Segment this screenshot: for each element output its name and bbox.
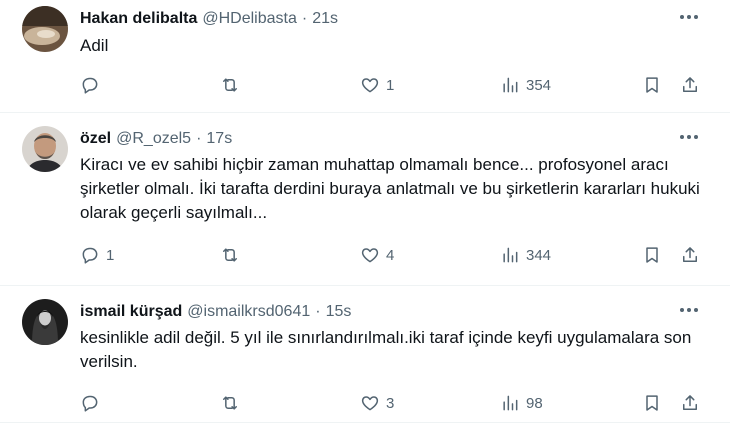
like-icon <box>360 245 380 265</box>
reply-count: 1 <box>106 246 115 264</box>
views-icon <box>500 245 520 265</box>
reply-icon <box>80 75 100 95</box>
tweet-header: özel @R_ozel5 · 17s <box>80 128 710 150</box>
bookmark-button[interactable] <box>642 243 662 267</box>
more-icon[interactable] <box>678 303 700 317</box>
share-button[interactable] <box>680 73 700 97</box>
timestamp[interactable]: 15s <box>326 303 352 321</box>
like-count: 4 <box>386 246 395 264</box>
author-handle[interactable]: @R_ozel5 <box>116 130 191 148</box>
avatar[interactable] <box>22 126 68 172</box>
retweet-icon <box>220 75 240 95</box>
retweet-icon <box>220 245 240 265</box>
reply-icon <box>80 245 100 265</box>
bookmark-icon <box>642 75 662 95</box>
views-icon <box>500 393 520 413</box>
reply-button[interactable]: 1 <box>80 243 114 267</box>
views-button[interactable]: 98 <box>500 391 543 415</box>
tweet[interactable]: özel @R_ozel5 · 17s Kiracı ve ev sahibi … <box>0 113 730 286</box>
retweet-button[interactable] <box>220 243 246 267</box>
views-button[interactable]: 354 <box>500 73 551 97</box>
like-icon <box>360 75 380 95</box>
retweet-button[interactable] <box>220 391 246 415</box>
tweet-text: kesinlikle adil değil. 5 yıl ile sınırla… <box>80 328 692 371</box>
more-icon[interactable] <box>678 130 700 144</box>
bookmark-button[interactable] <box>642 391 662 415</box>
views-button[interactable]: 344 <box>500 243 551 267</box>
like-count: 3 <box>386 394 395 412</box>
share-icon <box>680 75 700 95</box>
like-button[interactable]: 3 <box>360 391 394 415</box>
tweet-text: Adil <box>80 36 109 55</box>
bookmark-button[interactable] <box>642 73 662 97</box>
author-handle[interactable]: @ismailkrsd0641 <box>187 303 310 321</box>
author-handle[interactable]: @HDelibasta <box>202 10 297 28</box>
timestamp[interactable]: 21s <box>312 10 338 28</box>
like-count: 1 <box>386 76 395 94</box>
tweet-header: ismail kürşad @ismailkrsd0641 · 15s <box>80 301 710 323</box>
like-button[interactable]: 4 <box>360 243 394 267</box>
tweet-header: Hakan delibalta @HDelibasta · 21s <box>80 8 710 30</box>
share-icon <box>680 245 700 265</box>
views-count: 98 <box>526 394 543 412</box>
share-button[interactable] <box>680 243 700 267</box>
views-count: 344 <box>526 246 552 264</box>
timestamp[interactable]: 17s <box>206 130 232 148</box>
separator: · <box>301 10 308 27</box>
tweet[interactable]: Hakan delibalta @HDelibasta · 21s Adil 1… <box>0 0 730 113</box>
like-icon <box>360 393 380 413</box>
share-icon <box>680 393 700 413</box>
author-name[interactable]: Hakan delibalta <box>80 10 197 28</box>
retweet-icon <box>220 393 240 413</box>
author-name[interactable]: ismail kürşad <box>80 303 182 321</box>
avatar[interactable] <box>22 6 68 52</box>
like-button[interactable]: 1 <box>360 73 394 97</box>
tweet-text: Kiracı ve ev sahibi hiçbir zaman muhatta… <box>80 155 700 222</box>
author-name[interactable]: özel <box>80 130 111 148</box>
reply-button[interactable] <box>80 391 106 415</box>
action-bar: 3 98 <box>0 391 730 415</box>
separator: · <box>315 303 321 320</box>
views-icon <box>500 75 520 95</box>
views-count: 354 <box>526 76 552 94</box>
reply-button[interactable] <box>80 73 106 97</box>
separator: · <box>196 130 202 147</box>
share-button[interactable] <box>680 391 700 415</box>
tweet[interactable]: ismail kürşad @ismailkrsd0641 · 15s kesi… <box>0 286 730 423</box>
retweet-button[interactable] <box>220 73 246 97</box>
more-icon[interactable] <box>678 10 700 24</box>
bookmark-icon <box>642 245 662 265</box>
reply-icon <box>80 393 100 413</box>
avatar[interactable] <box>22 299 68 345</box>
action-bar: 1 354 <box>0 73 730 97</box>
bookmark-icon <box>642 393 662 413</box>
action-bar: 1 4 344 <box>0 243 730 267</box>
